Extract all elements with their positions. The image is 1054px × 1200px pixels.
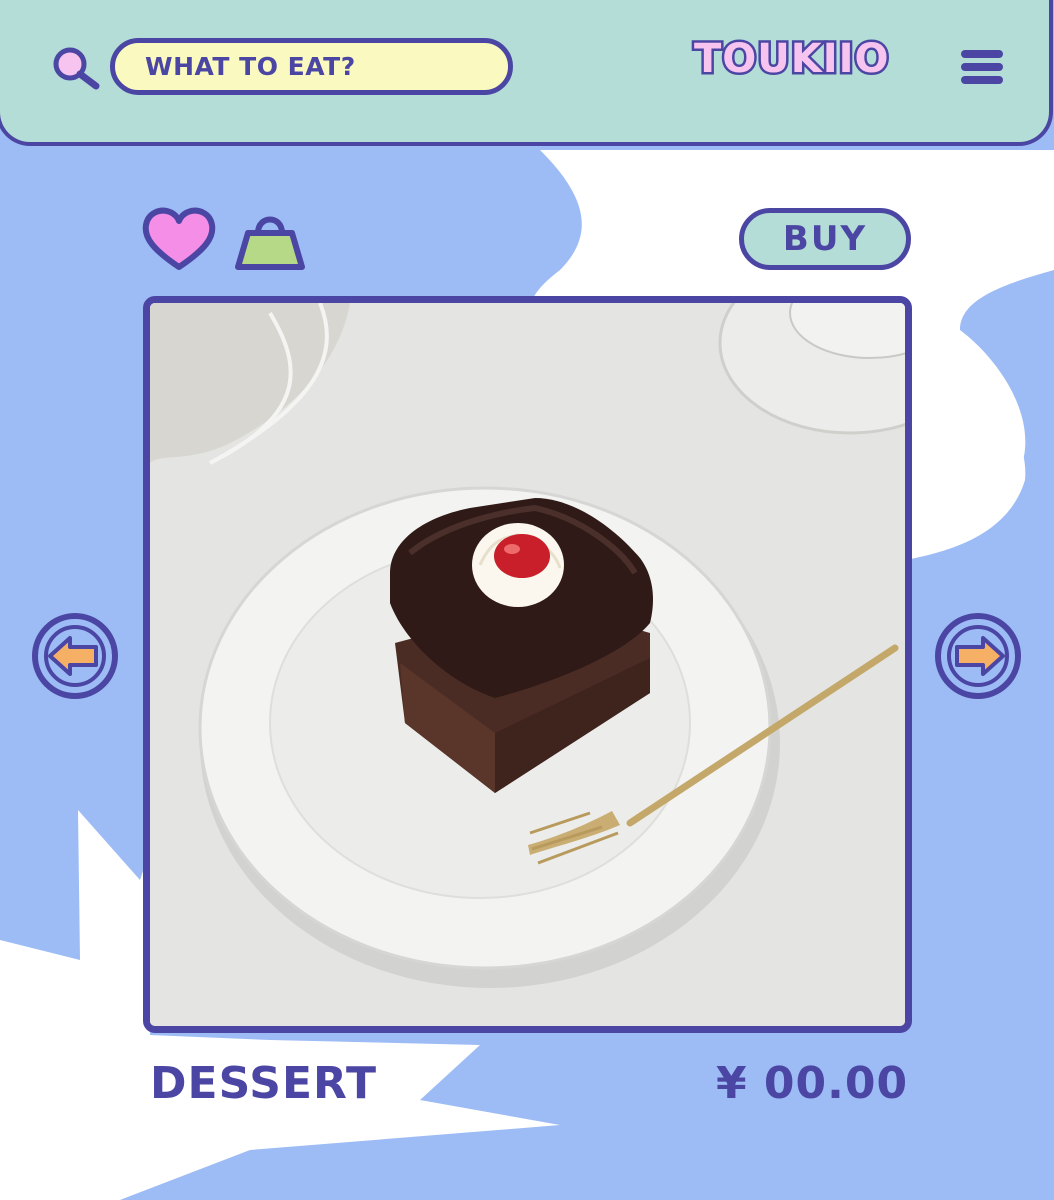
buy-button[interactable]: BUY	[739, 208, 911, 270]
dessert-photo	[150, 303, 905, 1026]
top-header: WHAT TO EAT? TOUKIIO	[0, 0, 1053, 146]
shopping-bag-icon[interactable]	[234, 205, 306, 273]
brand-logo: TOUKIIO	[692, 34, 892, 85]
arrow-left-icon[interactable]	[30, 611, 120, 701]
search-placeholder: WHAT TO EAT?	[145, 52, 356, 81]
cherry	[494, 534, 550, 578]
search-icon[interactable]	[50, 44, 102, 90]
search-input[interactable]: WHAT TO EAT?	[110, 38, 513, 95]
product-name: DESSERT	[150, 1058, 377, 1109]
arrow-right-icon[interactable]	[933, 611, 1023, 701]
product-price: ¥ 00.00	[716, 1058, 909, 1109]
product-image	[143, 296, 912, 1033]
hamburger-menu-icon[interactable]	[959, 47, 1005, 87]
heart-icon[interactable]	[140, 205, 218, 273]
buy-label: BUY	[782, 219, 868, 259]
